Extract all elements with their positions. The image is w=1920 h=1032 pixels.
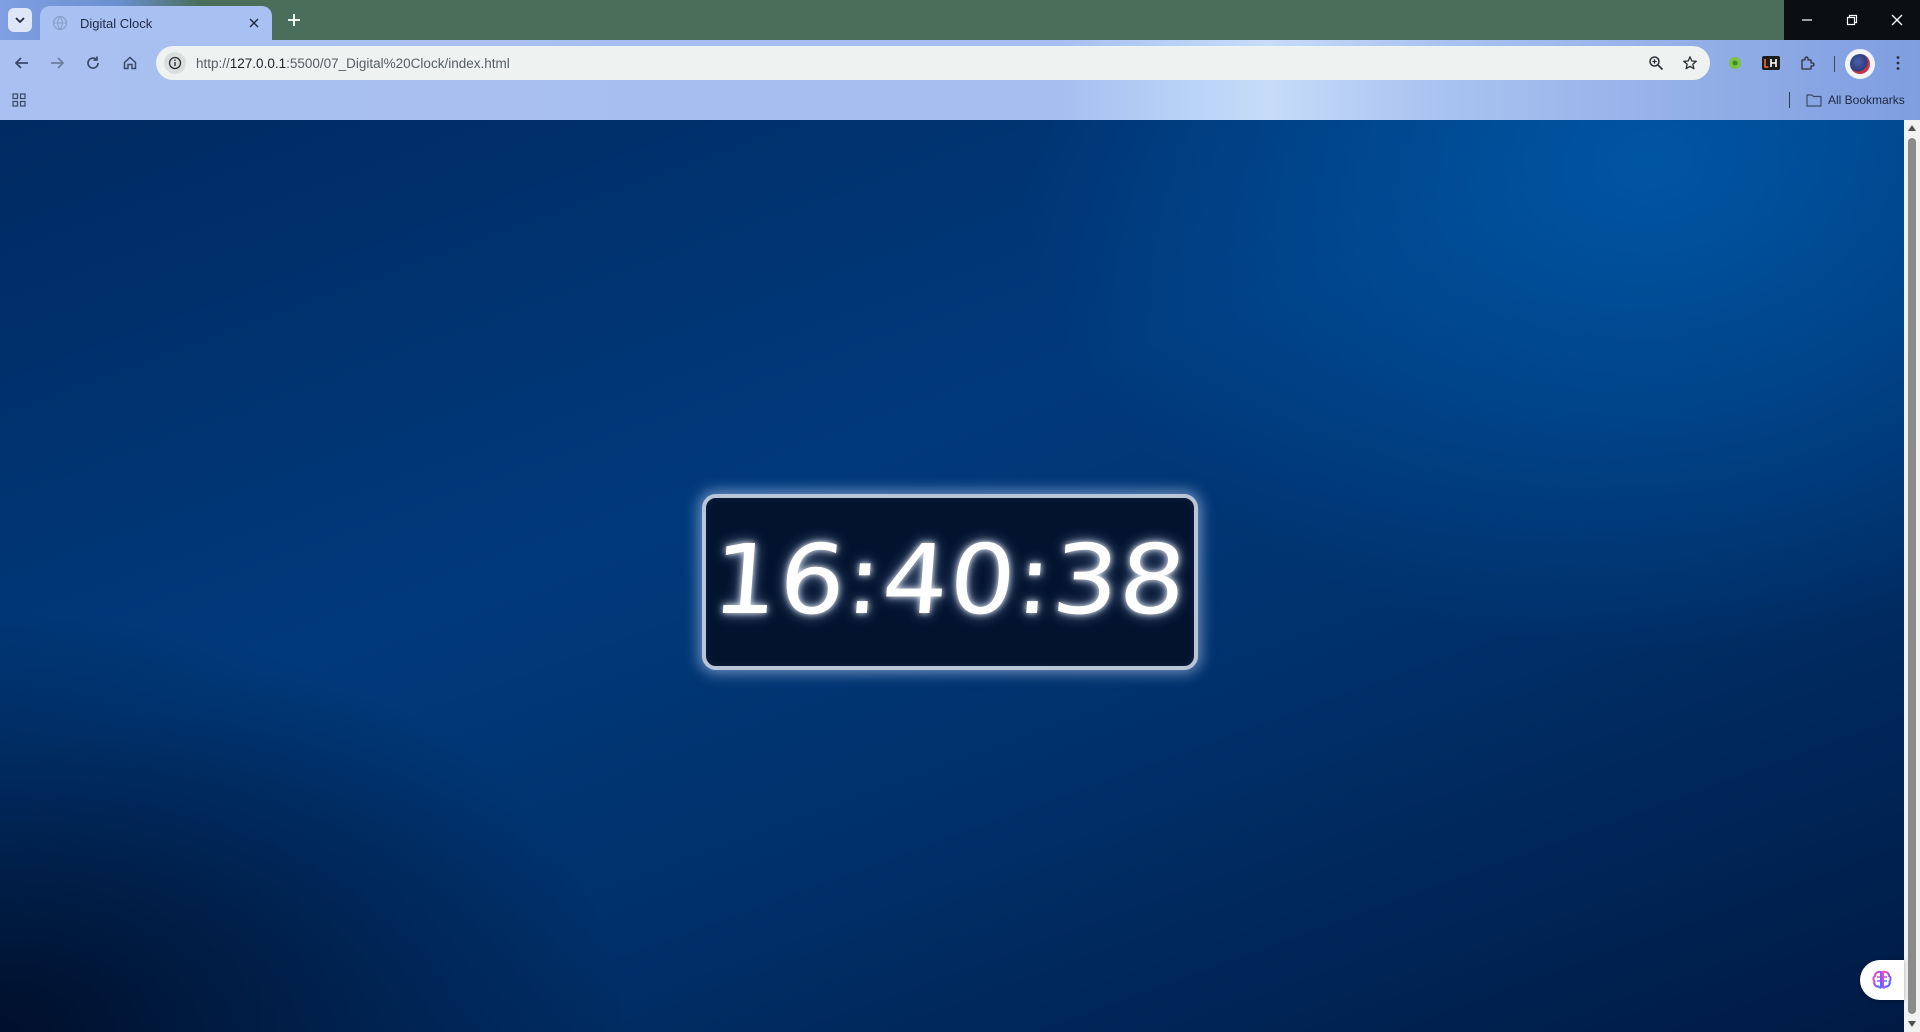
back-button[interactable] [8,49,36,77]
minimize-button[interactable] [1784,0,1829,40]
tab-close-button[interactable] [244,13,264,33]
tab-title: Digital Clock [80,15,153,31]
close-icon [1891,14,1902,26]
url-prefix: http:// [196,55,230,71]
url-host: 127.0.0.1 [229,55,287,71]
tab-strip: Digital Clock [0,0,1920,40]
restore-button[interactable] [1829,0,1874,40]
browser-window: Digital Clock http://127.0.0.1:5500/07_D… [0,0,1920,1032]
clock-time-display: 16:40:38 [708,524,1192,636]
scrollbar-thumb[interactable] [1908,138,1916,1014]
new-tab-button[interactable] [282,8,306,32]
reload-button[interactable] [79,49,107,77]
menu-button[interactable] [1885,50,1911,76]
tab-search-button[interactable] [8,8,32,32]
url-text[interactable]: http://127.0.0.1:5500/07_Digital%20Clock… [196,56,1642,71]
arrow-left-icon [14,57,28,69]
floating-assistant-button[interactable] [1860,960,1904,1000]
close-window-button[interactable] [1874,0,1919,40]
zoom-icon [1649,56,1664,71]
home-icon [123,56,137,70]
avatar [1850,54,1870,74]
lighthouse-extension-icon[interactable] [1758,50,1784,76]
clock-panel: 16:40:38 [702,494,1198,670]
globe-icon [52,15,68,31]
toolbar-divider [1834,56,1835,72]
all-bookmarks-button[interactable]: All Bookmarks [1806,91,1905,109]
home-button[interactable] [116,49,144,77]
reload-icon [87,56,99,69]
apps-grid-button[interactable] [10,91,28,109]
restore-icon [1846,14,1857,26]
browser-toolbar: http://127.0.0.1:5500/07_Digital%20Clock… [0,40,1920,120]
site-info-button[interactable] [164,52,186,74]
forward-button[interactable] [43,49,71,77]
tab-active[interactable]: Digital Clock [40,6,272,40]
star-icon [1683,56,1697,70]
zoom-button[interactable] [1642,49,1670,77]
page-viewport: 16:40:38 [0,120,1904,1032]
scroll-down-arrow-icon[interactable] [1908,1021,1916,1027]
puzzle-extensions-icon[interactable] [1794,50,1820,76]
bookmarks-divider [1789,92,1790,108]
profile-avatar-button[interactable] [1845,49,1875,79]
kebab-menu-icon [1896,56,1900,70]
apps-grid-icon [12,93,26,107]
scroll-up-arrow-icon[interactable] [1908,125,1916,131]
close-icon [249,18,259,28]
chevron-down-icon [15,17,25,24]
info-icon [168,56,182,70]
address-bar[interactable]: http://127.0.0.1:5500/07_Digital%20Clock… [156,46,1710,80]
plus-icon [288,14,300,26]
green-circle-extension-icon[interactable] [1722,50,1748,76]
brain-icon [1872,970,1892,989]
url-path: :5500/07_Digital%20Clock/index.html [286,55,510,71]
page-scrollbar[interactable] [1904,120,1920,1032]
minimize-icon [1801,19,1812,21]
bookmark-star-button[interactable] [1676,49,1704,77]
arrow-right-icon [51,57,65,69]
window-controls [1784,0,1920,40]
folder-icon [1806,94,1822,107]
all-bookmarks-label: All Bookmarks [1828,93,1905,107]
